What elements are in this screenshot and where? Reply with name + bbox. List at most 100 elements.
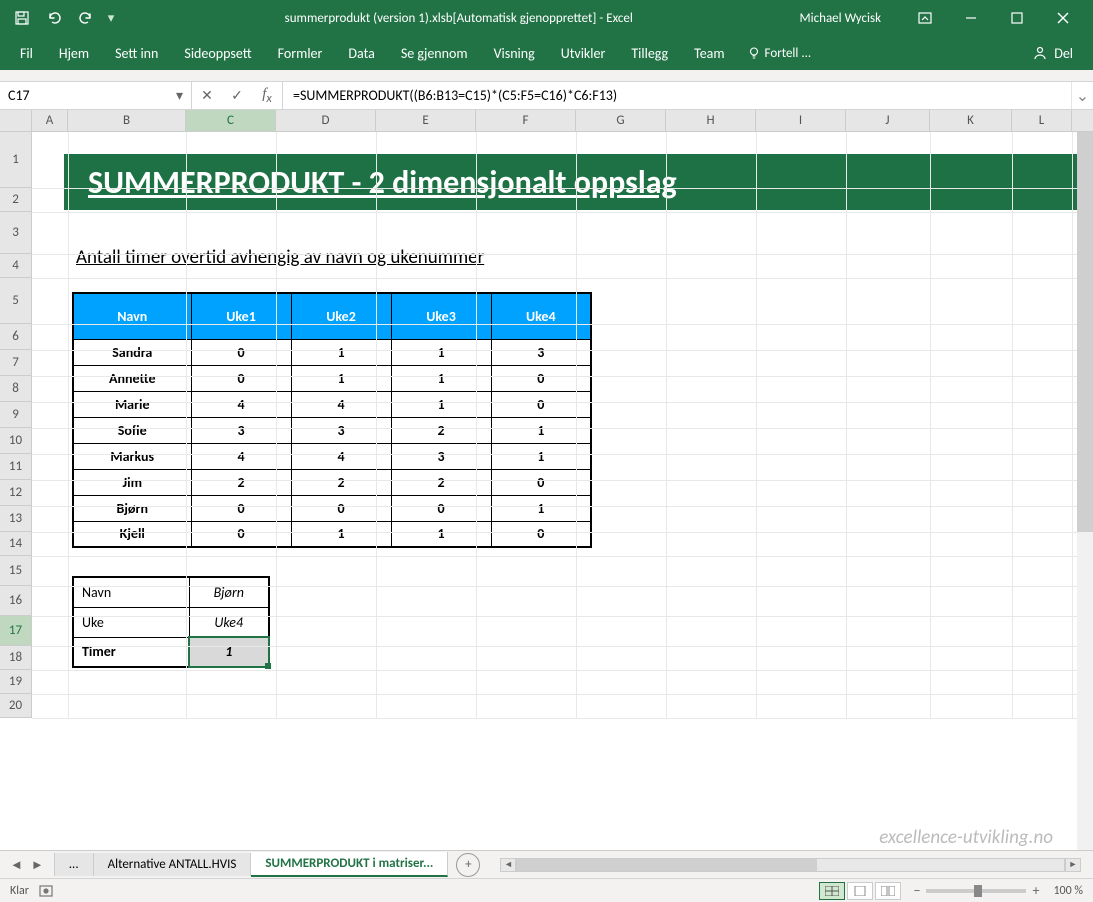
tab-utvikler[interactable]: Utvikler [549, 39, 618, 68]
lookup-cell[interactable]: Navn [73, 577, 189, 607]
table-cell[interactable]: Annette [73, 365, 191, 391]
row-header-3[interactable]: 3 [0, 212, 32, 254]
table-cell[interactable]: Markus [73, 443, 191, 469]
close-button[interactable] [1041, 4, 1085, 32]
col-header-B[interactable]: B [68, 110, 186, 131]
col-header-H[interactable]: H [666, 110, 756, 131]
tab-team[interactable]: Team [682, 39, 736, 68]
row-header-6[interactable]: 6 [0, 324, 32, 350]
table-cell[interactable]: Kjell [73, 521, 191, 547]
expand-formula-bar[interactable]: ⌄ [1071, 82, 1093, 109]
vertical-scrollbar[interactable] [1077, 132, 1093, 850]
col-header-E[interactable]: E [376, 110, 476, 131]
maximize-button[interactable] [995, 4, 1039, 32]
row-header-4[interactable]: 4 [0, 254, 32, 278]
lookup-cell[interactable]: Uke [73, 607, 189, 637]
ribbon-display-button[interactable] [903, 4, 947, 32]
tab-sideoppsett[interactable]: Sideoppsett [172, 39, 263, 68]
zoom-out-button[interactable]: − [913, 882, 920, 899]
lookup-cell[interactable]: 1 [189, 637, 269, 667]
undo-button[interactable] [40, 4, 68, 32]
spreadsheet-grid[interactable]: ABCDEFGHIJKL 123456789101112131415161718… [0, 110, 1093, 850]
col-header-A[interactable]: A [32, 110, 68, 131]
save-button[interactable] [8, 4, 36, 32]
table-cell[interactable]: Marie [73, 391, 191, 417]
chevron-down-icon[interactable]: ▾ [165, 87, 183, 104]
view-page-break-button[interactable] [875, 882, 901, 900]
tab-se-gjennom[interactable]: Se gjennom [389, 39, 480, 68]
zoom-slider[interactable] [926, 889, 1026, 893]
table-cell[interactable]: Sofie [73, 417, 191, 443]
redo-button[interactable] [72, 4, 100, 32]
row-header-17[interactable]: 17 [0, 616, 32, 646]
qat-customize[interactable]: ▾ [104, 4, 118, 32]
tab-data[interactable]: Data [336, 39, 386, 68]
sheet-tab-hidden[interactable]: ... [54, 853, 94, 876]
scroll-right-button[interactable]: ► [1065, 858, 1081, 872]
row-header-10[interactable]: 10 [0, 428, 32, 454]
add-sheet-button[interactable]: + [456, 853, 480, 877]
row-header-2[interactable]: 2 [0, 188, 32, 212]
row-header-15[interactable]: 15 [0, 556, 32, 586]
col-header-L[interactable]: L [1012, 110, 1072, 131]
col-header-I[interactable]: I [756, 110, 846, 131]
zoom-in-button[interactable]: + [1032, 882, 1039, 899]
col-header-F[interactable]: F [476, 110, 576, 131]
row-header-20[interactable]: 20 [0, 694, 32, 718]
row-header-11[interactable]: 11 [0, 454, 32, 480]
sheet-nav-next[interactable]: ► [31, 857, 44, 873]
tab-visning[interactable]: Visning [482, 39, 547, 68]
lookup-cell[interactable]: Bjørn [189, 577, 269, 607]
formula-input[interactable]: =SUMMERPRODUKT((B6:B13=C15)*(C5:F5=C16)*… [283, 82, 1071, 109]
row-header-16[interactable]: 16 [0, 586, 32, 616]
macro-record-button[interactable] [39, 884, 53, 898]
table-cell[interactable]: Jim [73, 469, 191, 495]
page-icon [853, 886, 867, 896]
plus-icon: + [465, 857, 471, 872]
table-cell[interactable]: Bjørn [73, 495, 191, 521]
accept-formula-button[interactable]: ✓ [222, 87, 252, 104]
col-header-K[interactable]: K [930, 110, 1012, 131]
minimize-button[interactable] [949, 4, 993, 32]
col-header-G[interactable]: G [576, 110, 666, 131]
col-header-D[interactable]: D [276, 110, 376, 131]
row-header-8[interactable]: 8 [0, 376, 32, 402]
tab-hjem[interactable]: Hjem [47, 39, 101, 68]
view-page-layout-button[interactable] [847, 882, 873, 900]
lookup-cell[interactable]: Timer [73, 637, 189, 667]
horizontal-scrollbar[interactable]: ◄ ► [500, 857, 1081, 873]
row-header-13[interactable]: 13 [0, 506, 32, 532]
scroll-thumb[interactable] [1077, 132, 1093, 532]
row-header-19[interactable]: 19 [0, 670, 32, 694]
insert-function-button[interactable]: fx [252, 86, 282, 106]
select-all[interactable] [0, 110, 32, 131]
lookup-cell[interactable]: Uke4 [189, 607, 269, 637]
view-normal-button[interactable] [819, 882, 845, 900]
row-header-18[interactable]: 18 [0, 646, 32, 670]
col-header-J[interactable]: J [846, 110, 930, 131]
row-header-12[interactable]: 12 [0, 480, 32, 506]
row-header-5[interactable]: 5 [0, 278, 32, 324]
table-cell[interactable]: Sandra [73, 339, 191, 365]
zoom-knob[interactable] [974, 885, 982, 897]
zoom-level[interactable]: 100 % [1053, 884, 1083, 898]
name-box[interactable]: C17 ▾ [0, 82, 192, 109]
tab-formler[interactable]: Formler [266, 39, 335, 68]
cancel-formula-button[interactable]: ✕ [192, 87, 222, 104]
fill-handle[interactable] [265, 663, 271, 669]
tell-me[interactable]: Fortell ... [747, 46, 812, 61]
share-button[interactable]: Del [1032, 45, 1085, 62]
sheet-tab-0[interactable]: Alternative ANTALL.HVIS [94, 853, 252, 876]
scroll-left-button[interactable]: ◄ [500, 858, 516, 872]
sheet-tab-1[interactable]: SUMMERPRODUKT i matriser... [251, 852, 448, 877]
scroll-thumb[interactable] [517, 859, 817, 871]
row-header-9[interactable]: 9 [0, 402, 32, 428]
row-header-14[interactable]: 14 [0, 532, 32, 556]
tab-fil[interactable]: Fil [8, 39, 45, 68]
col-header-C[interactable]: C [186, 110, 276, 131]
row-header-7[interactable]: 7 [0, 350, 32, 376]
row-header-1[interactable]: 1 [0, 132, 32, 188]
tab-sett-inn[interactable]: Sett inn [103, 39, 170, 68]
sheet-nav-prev[interactable]: ◄ [10, 857, 23, 873]
tab-tillegg[interactable]: Tillegg [619, 39, 680, 68]
